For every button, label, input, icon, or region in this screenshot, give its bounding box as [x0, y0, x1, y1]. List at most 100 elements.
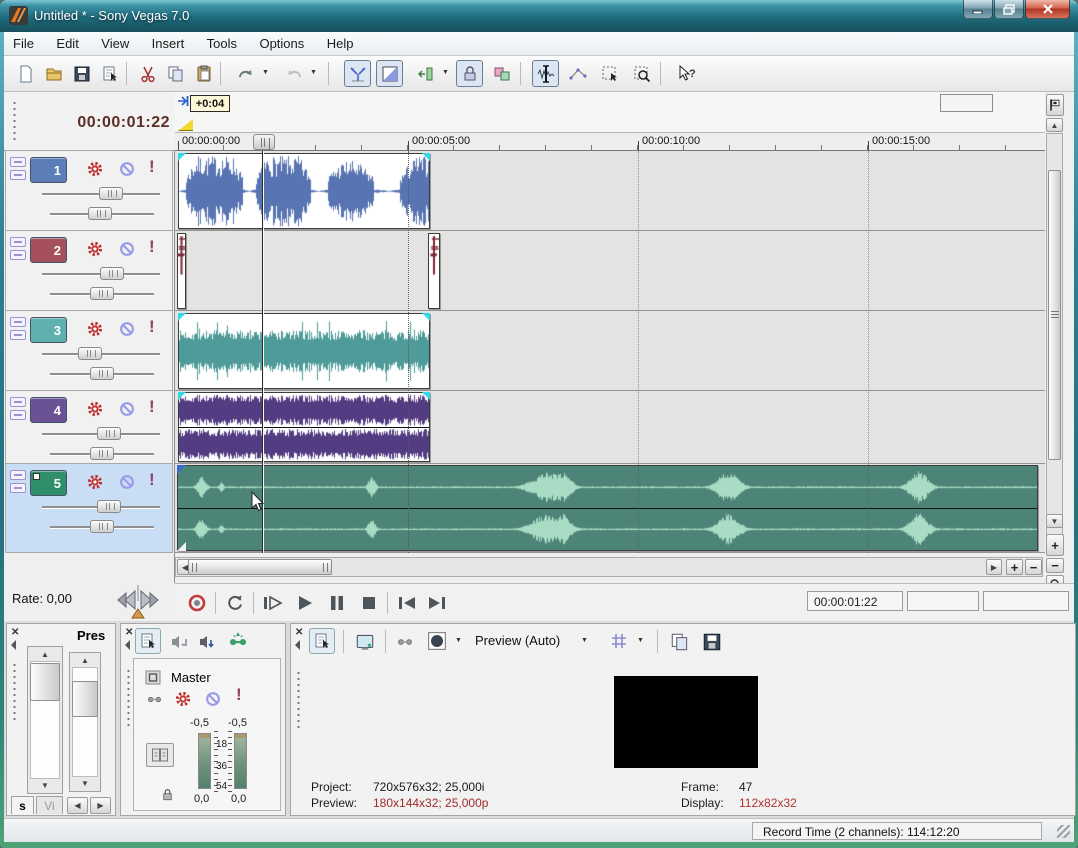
fader-pages-button[interactable] [146, 743, 174, 767]
play-from-start-button[interactable] [259, 589, 287, 617]
restore-track-button[interactable] [10, 483, 26, 493]
overlays-button[interactable] [609, 631, 629, 651]
pan-slider-handle[interactable] [90, 287, 114, 300]
menu-edit[interactable]: Edit [47, 32, 87, 51]
minimize-track-button[interactable] [10, 237, 26, 247]
track-automation-icon[interactable] [86, 240, 104, 258]
volume-slider[interactable] [42, 506, 160, 509]
track-header-3[interactable]: 3! [5, 311, 173, 391]
bus-fx-icon[interactable] [146, 691, 163, 708]
zoom-out-track-height-button[interactable]: − [1046, 558, 1064, 573]
track-header-1[interactable]: 1! [5, 151, 173, 231]
pan-slider[interactable] [50, 373, 154, 376]
auto-ripple-button[interactable] [412, 60, 439, 87]
copy-button[interactable] [162, 60, 189, 87]
save-snapshot-button[interactable] [701, 631, 723, 653]
track-row-3[interactable] [175, 311, 1045, 391]
panel-grip[interactable] [12, 662, 17, 724]
minimize-track-button[interactable] [10, 317, 26, 327]
volume-slider-handle[interactable] [100, 267, 124, 280]
track-mute-icon[interactable] [118, 160, 136, 178]
vertical-scroll-thumb[interactable] [1048, 170, 1061, 460]
audio-event-track2-1[interactable] [177, 233, 186, 309]
insert-fx-button[interactable] [227, 630, 249, 652]
record-button[interactable] [183, 589, 211, 617]
track-mute-icon[interactable] [118, 240, 136, 258]
title-bar[interactable]: Untitled * - Sony Vegas 7.0 [0, 0, 1078, 32]
downmix-output-button[interactable] [169, 632, 189, 652]
menu-view[interactable]: View [92, 32, 138, 51]
redo-button[interactable] [280, 60, 307, 87]
close-icon[interactable]: ✕ [125, 627, 133, 638]
preview-quality-dropdown-2[interactable]: ▼ [581, 637, 588, 644]
volume-slider-handle[interactable] [99, 187, 123, 200]
pan-slider[interactable] [50, 293, 154, 296]
cursor-scrub-handle[interactable] [253, 134, 275, 150]
track-header-2[interactable]: 2! [5, 231, 173, 311]
project-properties-button[interactable] [96, 60, 123, 87]
volume-slider-handle[interactable] [78, 347, 102, 360]
track-solo-icon[interactable]: ! [149, 157, 155, 177]
dim-output-button[interactable] [197, 632, 217, 652]
undo-dropdown[interactable]: ▼ [262, 69, 269, 76]
selection-length-box[interactable] [983, 591, 1069, 611]
scroll-right-button[interactable]: ▶ [986, 559, 1002, 575]
scroll-up-button[interactable]: ▲ [1046, 118, 1063, 132]
master-bus-button[interactable] [143, 667, 163, 687]
maximize-button[interactable] [994, 0, 1024, 19]
zoom-edit-tool-button[interactable] [628, 60, 655, 87]
zoom-in-track-height-button[interactable]: + [1046, 534, 1064, 556]
close-button[interactable] [1025, 0, 1070, 19]
audio-event-track3-1[interactable] [178, 313, 430, 389]
paste-button[interactable] [190, 60, 217, 87]
stop-button[interactable] [355, 589, 383, 617]
horizontal-scrollbar[interactable]: ◀ ▶ + − [175, 557, 1043, 577]
bus-automation-icon[interactable] [174, 690, 192, 708]
time-ruler[interactable]: 00:00:00:00 00:00:05:00 00:00:10:00 00:0… [175, 133, 1045, 151]
volume-slider[interactable] [42, 193, 160, 196]
restore-track-button[interactable] [10, 410, 26, 420]
audio-event-track1-1[interactable] [178, 153, 430, 229]
pan-slider[interactable] [50, 453, 154, 456]
restore-track-button[interactable] [10, 250, 26, 260]
pan-slider-handle[interactable] [90, 447, 114, 460]
enable-snapping-button[interactable] [344, 60, 371, 87]
tab-scroll-left-button[interactable]: ◀ [67, 797, 88, 814]
audio-event-track5-1[interactable] [177, 465, 1038, 551]
menu-file[interactable]: File [4, 32, 43, 51]
volume-slider[interactable] [42, 273, 160, 276]
track-solo-icon[interactable]: ! [149, 397, 155, 417]
track-number[interactable]: 5 [30, 470, 67, 496]
close-icon[interactable]: ✕ [295, 627, 303, 638]
close-icon[interactable]: ✕ [11, 627, 19, 638]
cut-button[interactable] [134, 60, 161, 87]
track-solo-icon[interactable]: ! [149, 237, 155, 257]
preview-properties-button[interactable] [309, 628, 335, 654]
pan-slider-handle[interactable] [88, 207, 112, 220]
envelope-edit-tool-button[interactable] [564, 60, 591, 87]
zoom-in-time-button[interactable]: + [1006, 559, 1023, 575]
open-button[interactable] [40, 60, 67, 87]
redo-dropdown[interactable]: ▼ [310, 69, 317, 76]
track-automation-icon[interactable] [86, 400, 104, 418]
big-time-display[interactable]: 00:00:01:22 [77, 114, 170, 132]
audio-event-track2-2[interactable] [428, 233, 440, 309]
audio-event-track4-1[interactable] [178, 392, 430, 462]
auto-ripple-dropdown[interactable]: ▼ [442, 69, 449, 76]
track-number[interactable]: 2 [30, 237, 67, 263]
vertical-scrollbar[interactable] [1046, 133, 1063, 542]
minimize-track-button[interactable] [10, 397, 26, 407]
horizontal-scroll-thumb[interactable] [188, 559, 332, 575]
volume-slider-handle[interactable] [97, 427, 121, 440]
selection-start-box[interactable] [907, 591, 979, 611]
ignore-event-grouping-button[interactable] [488, 60, 515, 87]
pan-slider[interactable] [50, 213, 154, 216]
whats-this-help-button[interactable] [672, 60, 699, 87]
auto-crossfades-button[interactable] [376, 60, 403, 87]
collapse-icon[interactable] [125, 640, 130, 650]
volume-slider-handle[interactable] [97, 500, 121, 513]
track-row-5[interactable] [175, 464, 1045, 553]
time-display-grip[interactable] [12, 100, 18, 144]
mixer-properties-button[interactable] [135, 628, 161, 654]
transport-time-display[interactable]: 00:00:01:22 [807, 591, 903, 611]
